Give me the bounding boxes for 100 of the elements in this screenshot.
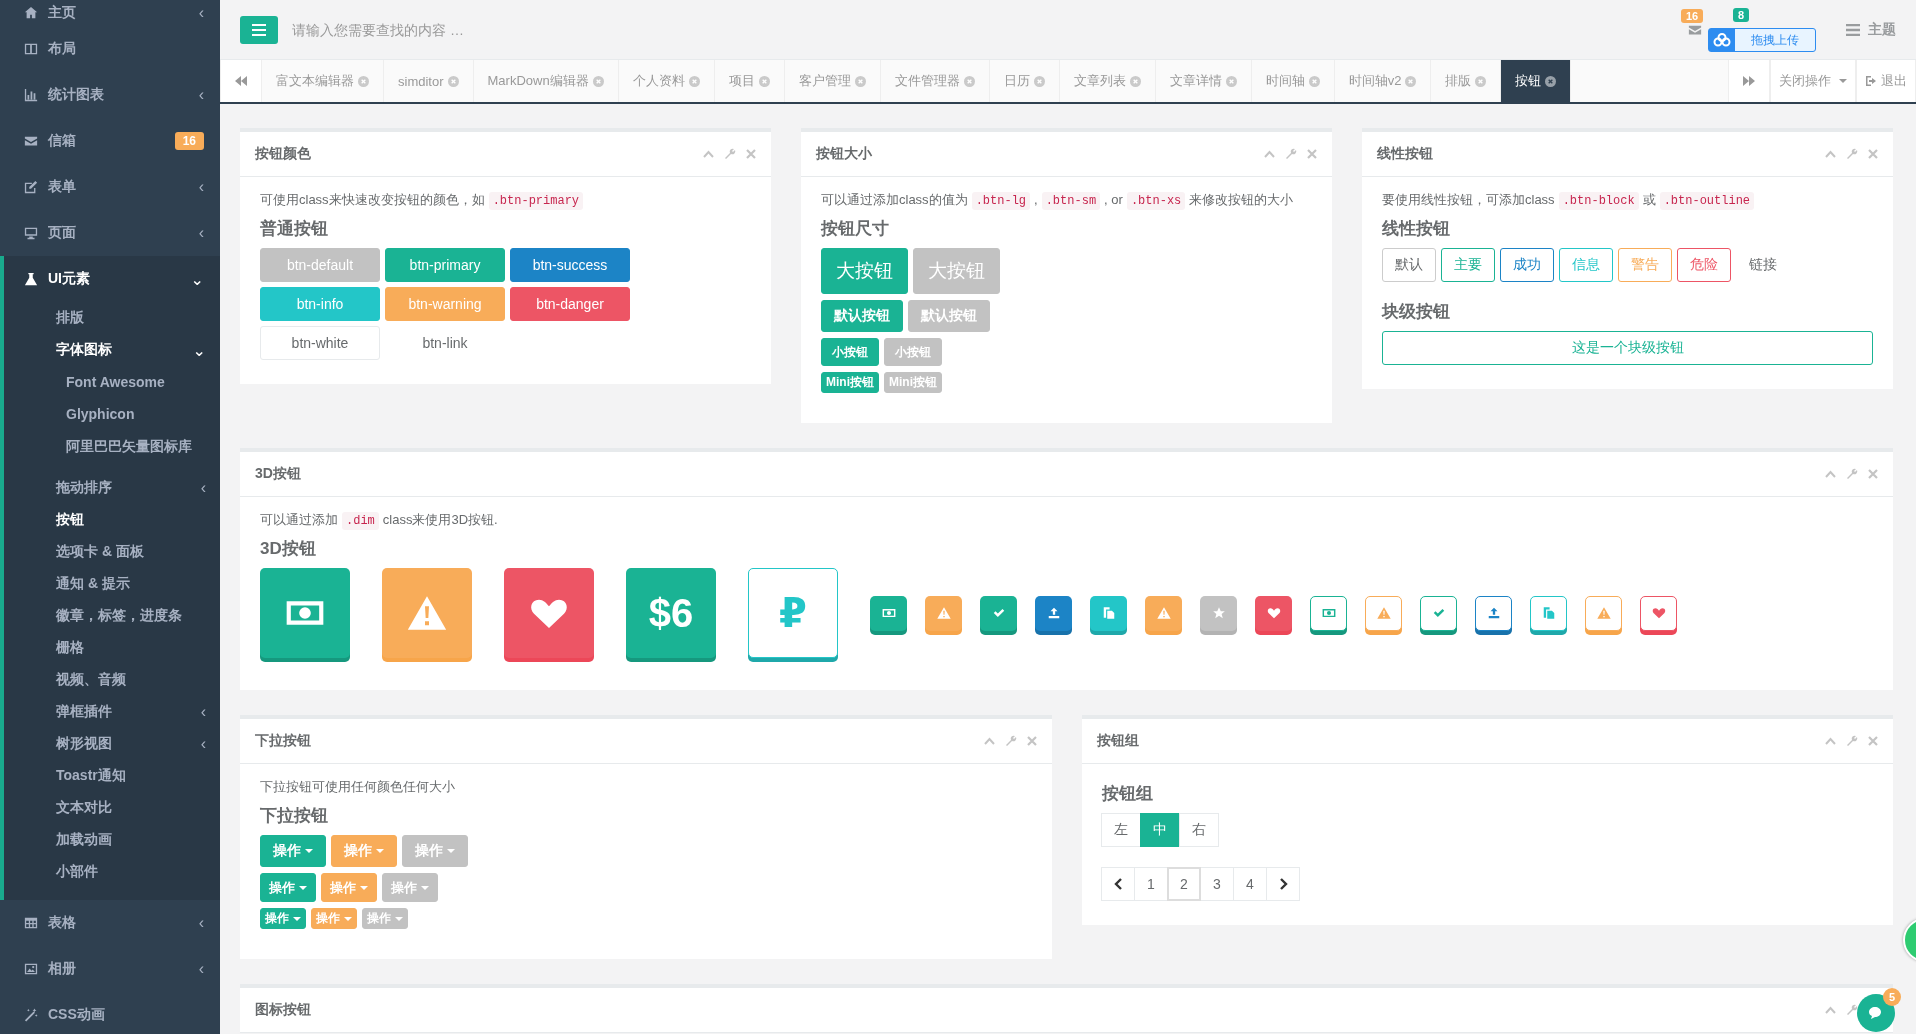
outline-button[interactable]: 成功 xyxy=(1500,248,1554,282)
nav-subitem[interactable]: 小部件 xyxy=(56,863,206,881)
nav-subitem[interactable]: 选项卡 & 面板 xyxy=(56,543,206,561)
page-tab[interactable]: 按钮 xyxy=(1501,60,1572,102)
theme-link[interactable]: 主题 xyxy=(1846,20,1896,39)
block-button[interactable]: 这是一个块级按钮 xyxy=(1382,331,1873,365)
demo-button[interactable]: btn-primary xyxy=(385,248,505,282)
outline-button[interactable]: 警告 xyxy=(1618,248,1672,282)
demo-button[interactable]: btn-success xyxy=(510,248,630,282)
nav-subitem[interactable]: 阿里巴巴矢量图标库 xyxy=(4,430,220,462)
upload-toast[interactable]: 拖拽上传 xyxy=(1708,28,1816,52)
nav-item[interactable]: 表格 ‹ xyxy=(0,900,220,946)
nav-subitem[interactable]: 通知 & 提示 xyxy=(56,575,206,593)
dropdown-button[interactable]: 操作 xyxy=(260,835,326,867)
dropdown-button[interactable]: 操作 xyxy=(321,873,377,902)
page-tab[interactable]: 项目 xyxy=(714,60,785,102)
demo-button[interactable]: 默认按钮 xyxy=(821,300,903,332)
dropdown-button[interactable]: 操作 xyxy=(331,835,397,867)
demo-button[interactable]: Mini按钮 xyxy=(884,372,942,393)
dropdown-button[interactable]: 操作 xyxy=(260,873,316,902)
wrench-icon[interactable] xyxy=(1846,468,1858,480)
wrench-icon[interactable] xyxy=(1846,148,1858,160)
outline-button[interactable]: 主要 xyxy=(1441,248,1495,282)
nav-subitem[interactable]: Glyphicon xyxy=(4,398,220,430)
group-button[interactable]: 左 xyxy=(1101,813,1141,847)
close-tabs-dropdown[interactable]: 关闭操作 xyxy=(1770,60,1856,102)
page-button[interactable]: 3 xyxy=(1200,867,1234,901)
page-tab[interactable]: 个人资料 xyxy=(618,60,715,102)
nav-subitem[interactable]: 树形视图 xyxy=(56,735,201,753)
wrench-icon[interactable] xyxy=(1005,735,1017,747)
wrench-icon[interactable] xyxy=(1846,735,1858,747)
dropdown-button[interactable]: 操作 xyxy=(402,835,468,867)
close-icon[interactable] xyxy=(1868,469,1878,479)
page-button[interactable]: 2 xyxy=(1167,867,1201,901)
collapse-icon[interactable] xyxy=(984,737,995,745)
scroll-right-button[interactable] xyxy=(1728,60,1770,102)
collapse-icon[interactable] xyxy=(703,150,714,158)
dropdown-button[interactable]: 操作 xyxy=(260,908,306,929)
close-icon[interactable] xyxy=(1545,75,1557,87)
wrench-icon[interactable] xyxy=(1285,148,1297,160)
demo-button[interactable]: 大按钮 xyxy=(913,248,1000,294)
nav-subitem[interactable]: 弹框插件 xyxy=(56,703,201,721)
demo-button[interactable]: 大按钮 xyxy=(821,248,908,294)
collapse-icon[interactable] xyxy=(1264,150,1275,158)
nav-subitem[interactable]: 徽章，标签，进度条 xyxy=(56,607,206,625)
group-button[interactable]: 右 xyxy=(1179,813,1219,847)
nav-item[interactable]: 相册 ‹ xyxy=(0,946,220,992)
page-tab[interactable]: simditor xyxy=(384,60,474,102)
page-button[interactable]: 1 xyxy=(1134,867,1168,901)
collapse-icon[interactable] xyxy=(1825,1006,1836,1014)
close-icon[interactable] xyxy=(1868,736,1878,746)
nav-subitem[interactable]: 按钮 xyxy=(56,511,206,529)
nav-subitem[interactable]: Toastr通知 xyxy=(56,767,206,785)
outline-button[interactable]: 危险 xyxy=(1677,248,1731,282)
close-icon[interactable] xyxy=(1027,736,1037,746)
close-icon[interactable] xyxy=(1868,149,1878,159)
demo-button[interactable]: btn-white xyxy=(260,326,380,360)
nav-subitem[interactable]: 拖动排序 xyxy=(56,479,201,497)
nav-item[interactable]: 统计图表 ‹ xyxy=(0,72,220,118)
nav-item[interactable]: 布局 xyxy=(0,26,220,72)
page-tab[interactable]: 富文本编辑器 xyxy=(262,60,384,102)
page-tab[interactable]: 文章详情 xyxy=(1155,60,1252,102)
nav-subitem[interactable]: 加载动画 xyxy=(56,831,206,849)
demo-button[interactable]: 默认按钮 xyxy=(908,300,990,332)
page-tab[interactable]: 文件管理器 xyxy=(880,60,990,102)
nav-subitem[interactable]: 文本对比 xyxy=(56,799,206,817)
demo-button[interactable]: btn-default xyxy=(260,248,380,282)
demo-button[interactable]: btn-warning xyxy=(385,287,505,321)
nav-subitem[interactable]: 字体图标 xyxy=(56,341,193,359)
dropdown-button[interactable]: 操作 xyxy=(311,908,357,929)
outline-button[interactable]: 默认 xyxy=(1382,248,1436,282)
page-button[interactable]: 4 xyxy=(1233,867,1267,901)
demo-button[interactable]: Mini按钮 xyxy=(821,372,879,393)
wrench-icon[interactable] xyxy=(1846,1004,1858,1016)
nav-subitem[interactable]: Font Awesome xyxy=(4,366,220,398)
dropdown-button[interactable]: 操作 xyxy=(382,873,438,902)
demo-button[interactable]: btn-link xyxy=(385,326,505,360)
page-tab[interactable]: MarkDown编辑器 xyxy=(473,60,619,102)
scroll-left-button[interactable] xyxy=(220,60,262,102)
demo-button[interactable]: 小按钮 xyxy=(821,338,879,366)
menu-button[interactable] xyxy=(240,15,278,44)
previous-page-button[interactable] xyxy=(1101,867,1135,901)
page-tab[interactable]: 时间轴 xyxy=(1251,60,1335,102)
demo-button[interactable]: 小按钮 xyxy=(884,338,942,366)
page-tab[interactable]: 时间轴v2 xyxy=(1334,60,1432,102)
nav-subitem[interactable]: 排版 xyxy=(56,309,206,327)
page-tab[interactable]: 文章列表 xyxy=(1059,60,1156,102)
nav-subitem[interactable]: 栅格 xyxy=(56,639,206,657)
wrench-icon[interactable] xyxy=(724,148,736,160)
group-button[interactable]: 中 xyxy=(1140,813,1180,847)
nav-item[interactable]: CSS动画 xyxy=(0,992,220,1034)
nav-item[interactable]: UI元素 ⌄ xyxy=(4,256,220,302)
search-field[interactable]: 请输入您需要查找的内容 … xyxy=(290,20,594,39)
page-tab[interactable]: 日历 xyxy=(989,60,1060,102)
close-icon[interactable] xyxy=(1307,149,1317,159)
nav-item[interactable]: 信箱 16 xyxy=(0,118,220,164)
outline-button[interactable]: 信息 xyxy=(1559,248,1613,282)
collapse-icon[interactable] xyxy=(1825,150,1836,158)
close-icon[interactable] xyxy=(746,149,756,159)
nav-item[interactable]: 表单 ‹ xyxy=(0,164,220,210)
